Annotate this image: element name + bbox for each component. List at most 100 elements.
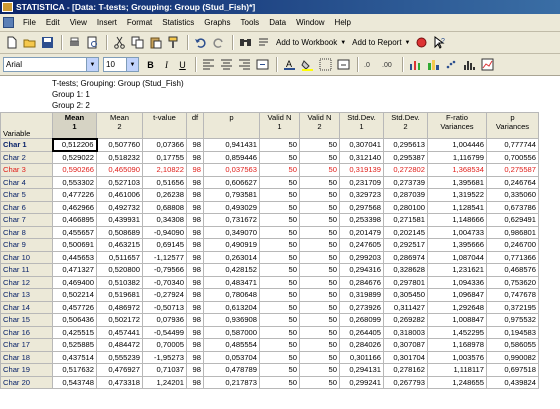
align-center-icon[interactable] [218,57,234,73]
table-cell[interactable]: 0,335060 [486,188,539,202]
table-cell[interactable]: 0,941431 [203,138,260,152]
table-cell[interactable]: 0,271581 [383,213,428,227]
table-cell[interactable]: 50 [259,188,300,202]
table-cell[interactable]: 0,278162 [383,363,428,377]
table-cell[interactable]: 98 [186,375,204,389]
table-cell[interactable]: 0,268099 [339,313,384,327]
table-cell[interactable]: 50 [299,288,340,302]
column-header[interactable]: F-ratio Variances [427,112,487,139]
table-cell[interactable]: 0,372195 [486,300,539,314]
table-cell[interactable]: 0,286974 [383,250,428,264]
table-cell[interactable]: 50 [259,200,300,214]
table-cell[interactable]: 0,294316 [339,263,384,277]
table-cell[interactable]: 0,457726 [52,300,97,314]
table-cell[interactable]: 50 [259,288,300,302]
table-cell[interactable]: 98 [186,275,204,289]
help-pointer-icon[interactable]: ? [432,35,448,51]
table-cell[interactable]: 98 [186,150,204,164]
table-cell[interactable]: 1,128541 [427,200,487,214]
table-cell[interactable]: 50 [299,338,340,352]
table-cell[interactable]: 0,246700 [486,238,539,252]
table-cell[interactable]: 1,096847 [427,288,487,302]
table-cell[interactable]: 50 [299,175,340,189]
row-header[interactable]: Char 20 [0,375,53,389]
table-cell[interactable]: 0,502172 [96,313,143,327]
number-format-icon[interactable] [335,57,351,73]
add-to-report-button[interactable]: Add to Report ▼ [349,38,413,47]
column-header[interactable]: Mean 1 [52,112,97,139]
table-cell[interactable]: 0,318003 [383,325,428,339]
column-header[interactable]: df [186,112,204,139]
table-cell[interactable]: 0,349070 [203,225,260,239]
table-cell[interactable]: 0,201479 [339,225,384,239]
menu-data[interactable]: Data [264,18,291,27]
table-cell[interactable]: 0,280100 [383,200,428,214]
table-cell[interactable]: 0,859446 [203,150,260,164]
table-cell[interactable]: 0,297801 [383,275,428,289]
table-cell[interactable]: 1,148666 [427,213,487,227]
table-cell[interactable]: 0,468576 [486,263,539,277]
table-cell[interactable]: 50 [299,163,340,177]
table-cell[interactable]: 0,502214 [52,288,97,302]
table-cell[interactable]: 0,037563 [203,163,260,177]
add-to-workbook-button[interactable]: Add to Workbook ▼ [273,38,349,47]
table-cell[interactable]: 1,368534 [427,163,487,177]
table-cell[interactable]: 0,519681 [96,288,143,302]
increase-decimal-icon[interactable]: .0 [362,57,378,73]
menu-window[interactable]: Window [291,18,329,27]
underline-button[interactable]: U [175,57,190,73]
table-cell[interactable]: 0,975532 [486,313,539,327]
table-cell[interactable]: -0,54499 [142,325,187,339]
table-cell[interactable]: 50 [259,175,300,189]
row-header[interactable]: Char 5 [0,188,53,202]
row-header[interactable]: Char 12 [0,275,53,289]
table-cell[interactable]: 1,168978 [427,338,487,352]
table-cell[interactable]: 0,292517 [383,238,428,252]
table-cell[interactable]: 0,508689 [96,225,143,239]
table-cell[interactable]: 0,525885 [52,338,97,352]
table-cell[interactable]: 0,465090 [96,163,143,177]
table-cell[interactable]: 0,425515 [52,325,97,339]
table-cell[interactable]: 0,529022 [52,150,97,164]
table-cell[interactable]: 0,673786 [486,200,539,214]
table-cell[interactable]: 98 [186,288,204,302]
table-cell[interactable]: 0,520800 [96,263,143,277]
table-cell[interactable]: 0,455657 [52,225,97,239]
table-cell[interactable]: 50 [259,375,300,389]
row-header[interactable]: Char 2 [0,150,53,164]
table-cell[interactable]: 1,087044 [427,250,487,264]
row-header[interactable]: Char 7 [0,213,53,227]
table-cell[interactable]: 0,202145 [383,225,428,239]
table-cell[interactable]: 0,469400 [52,275,97,289]
table-cell[interactable]: -1,95273 [142,350,187,364]
table-cell[interactable]: 0,295613 [383,138,428,152]
menu-statistics[interactable]: Statistics [157,18,199,27]
table-cell[interactable]: 0,500691 [52,238,97,252]
chart-wizard-icon[interactable] [425,57,441,73]
table-cell[interactable]: 0,466895 [52,213,97,227]
table-cell[interactable]: 0,26238 [142,188,187,202]
table-cell[interactable]: 98 [186,138,204,152]
menu-tools[interactable]: Tools [236,18,265,27]
table-cell[interactable]: 98 [186,325,204,339]
table-cell[interactable]: 1,395666 [427,238,487,252]
redo-icon[interactable] [210,35,226,51]
table-cell[interactable]: 50 [299,375,340,389]
menu-insert[interactable]: Insert [92,18,122,27]
table-cell[interactable]: 0,700556 [486,150,539,164]
table-cell[interactable]: 0,510382 [96,275,143,289]
table-cell[interactable]: 0,490919 [203,238,260,252]
table-cell[interactable]: 0,253398 [339,213,384,227]
save-icon[interactable] [39,35,55,51]
table-cell[interactable]: 98 [186,363,204,377]
table-cell[interactable]: 50 [299,213,340,227]
table-cell[interactable]: 0,70005 [142,338,187,352]
row-header[interactable]: Char 17 [0,338,53,352]
table-cell[interactable]: -0,79566 [142,263,187,277]
table-cell[interactable]: 50 [299,313,340,327]
table-cell[interactable]: 0,986801 [486,225,539,239]
table-cell[interactable]: 0,527103 [96,175,143,189]
table-cell[interactable]: 0,053704 [203,350,260,364]
table-cell[interactable]: 0,457441 [96,325,143,339]
table-cell[interactable]: 50 [259,338,300,352]
